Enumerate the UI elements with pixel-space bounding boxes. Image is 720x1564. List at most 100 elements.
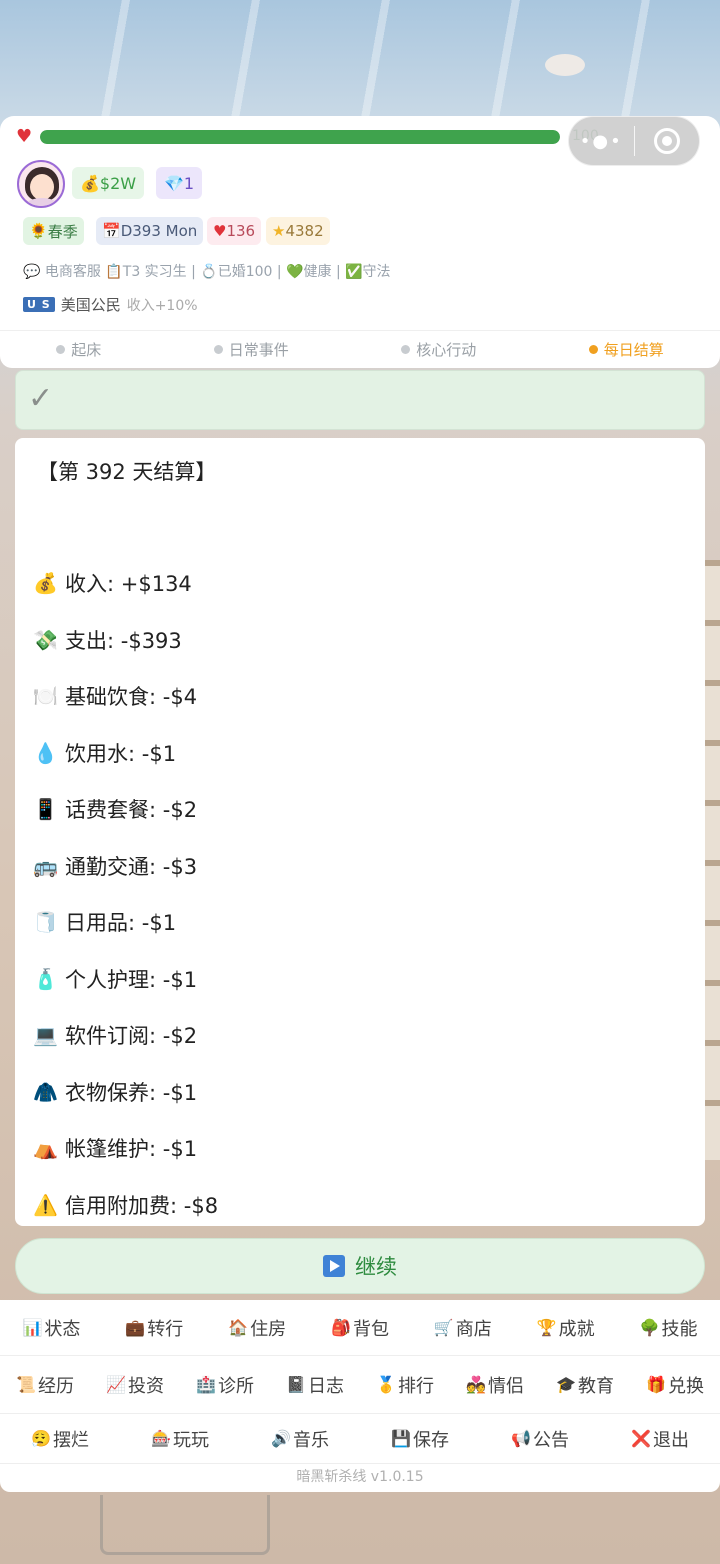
settlement-line-icon: 🧥: [33, 1079, 58, 1104]
menu-item-icon: 🎒: [330, 1318, 351, 1337]
profile-info-line: 💬 电商客服 📋T3 实习生 | 💍已婚100 | 💚健康 | ✅守法: [23, 264, 391, 280]
menu-item-row3-2[interactable]: 🔊 音乐: [271, 1426, 329, 1452]
settlement-line-icon: 💸: [33, 627, 58, 652]
menu-item-icon: 😮‍💨: [31, 1429, 51, 1448]
menu-item-icon: 💾: [391, 1429, 411, 1448]
settlement-line-text: 信用附加费: -$8: [65, 1193, 219, 1218]
money-bag-icon: 💰: [80, 173, 100, 193]
menu-item-row2-6[interactable]: 🎓 教育: [556, 1372, 614, 1398]
settlement-line: 💻 软件订阅: -$2: [33, 1020, 197, 1050]
health-badge: ♥ 136: [207, 217, 262, 245]
menu-item-row2-5[interactable]: 💑 情侣: [466, 1372, 524, 1398]
menu-item-row2-2[interactable]: 🏥 诊所: [196, 1372, 254, 1398]
menu-item-label: 兑换: [668, 1375, 704, 1397]
menu-item-row1-2[interactable]: 🏠 住房: [228, 1315, 286, 1341]
ceiling-beams: [0, 0, 720, 120]
menu-item-icon: 🏠: [228, 1318, 249, 1337]
menu-item-icon: 🏥: [196, 1375, 216, 1394]
stars-badge: ★ 4382: [266, 217, 330, 245]
menu-item-icon: 🔊: [271, 1429, 291, 1448]
menu-item-row3-5[interactable]: ❌ 退出: [631, 1426, 689, 1452]
menu-item-label: 日志: [308, 1375, 344, 1397]
menu-item-label: 状态: [44, 1318, 81, 1340]
more-options-icon[interactable]: •●•: [569, 131, 634, 152]
miniprogram-capsule: •●•: [568, 116, 700, 166]
menu-item-icon: 💑: [466, 1375, 486, 1394]
menu-item-label: 成就: [558, 1318, 595, 1340]
menu-item-row3-0[interactable]: 😮‍💨 摆烂: [31, 1426, 89, 1452]
menu-item-icon: 📈: [106, 1375, 126, 1394]
sunflower-icon: 🌻: [29, 222, 48, 240]
money-value: $2W: [99, 173, 137, 193]
menu-item-row2-1[interactable]: 📈 投资: [106, 1372, 164, 1398]
income-bonus: 收入+10%: [126, 297, 198, 314]
menu-item-row2-7[interactable]: 🎁 兑换: [646, 1372, 704, 1398]
menu-item-row1-4[interactable]: 🛒 商店: [434, 1315, 492, 1341]
menu-item-icon: 🥇: [376, 1375, 396, 1394]
heart-icon: ♥: [16, 126, 33, 147]
menu-item-row1-0[interactable]: 📊 状态: [22, 1315, 80, 1341]
health-value: 136: [226, 222, 256, 240]
settlement-line-icon: 🍽️: [33, 684, 58, 708]
bottom-menu: 📊 状态 💼 转行 🏠 住房 🎒 背包 🛒 商店 🏆 成就 🌳 技能 📜 经历 📈 投资 🏥 诊所 📓 日志 🥇 排行 💑 情侣…: [0, 1300, 720, 1492]
menu-item-row1-5[interactable]: 🏆 成就: [537, 1315, 595, 1341]
settlement-line-icon: 🚌: [33, 853, 58, 878]
menu-item-row1-6[interactable]: 🌳 技能: [639, 1315, 698, 1341]
phase-wakeup[interactable]: 起床: [56, 339, 101, 360]
phase-dot-icon: [401, 345, 411, 354]
settlement-line-text: 个人护理: -$1: [65, 967, 198, 992]
continue-button[interactable]: 继续: [15, 1238, 705, 1294]
menu-item-icon: 💼: [125, 1318, 146, 1337]
menu-item-row3-4[interactable]: 📢 公告: [511, 1426, 569, 1452]
phase-daily-events[interactable]: 日常事件: [213, 339, 289, 360]
citizenship-row: U S 美国公民 收入+10%: [23, 294, 198, 315]
gem-icon: 💎: [164, 173, 184, 193]
menu-item-row2-4[interactable]: 🥇 排行: [376, 1372, 434, 1398]
menu-item-row3-1[interactable]: 🎰 玩玩: [151, 1426, 209, 1452]
menu-item-icon: 📊: [22, 1318, 43, 1337]
menu-item-icon: 📢: [511, 1429, 531, 1448]
phase-daily-settlement[interactable]: 每日结算: [588, 339, 664, 360]
settlement-line: 🧻 日用品: -$1: [33, 907, 176, 937]
menu-item-label: 住房: [250, 1318, 287, 1340]
settlement-line: ⚠️ 信用附加费: -$8: [33, 1190, 218, 1220]
close-miniprogram-icon[interactable]: [635, 128, 700, 154]
phase-label: 核心行动: [416, 341, 477, 359]
avatar[interactable]: [17, 160, 65, 208]
phase-label: 起床: [71, 341, 102, 359]
gem-badge: 💎 1: [156, 167, 203, 199]
menu-item-row3-3[interactable]: 💾 保存: [391, 1426, 449, 1452]
menu-item-row2-0[interactable]: 📜 经历: [16, 1372, 74, 1398]
hp-bar-fill: [40, 130, 561, 144]
settlement-line-text: 衣物保养: -$1: [65, 1080, 198, 1105]
calendar-icon: 📅: [102, 222, 121, 240]
ceiling-lamp: [545, 54, 585, 76]
settlement-panel[interactable]: 【第 392 天结算】 💰 收入: +$134 💸 支出: -$393 🍽️ 基础饮食: …: [15, 438, 705, 1226]
phase-dot-icon: [213, 345, 223, 354]
menu-item-label: 技能: [661, 1318, 698, 1340]
settlement-line-text: 基础饮食: -$4: [65, 685, 198, 709]
menu-item-label: 情侣: [488, 1375, 524, 1397]
menu-item-icon: 🎰: [151, 1429, 171, 1448]
menu-row-2: 📜 经历 📈 投资 🏥 诊所 📓 日志 🥇 排行 💑 情侣 🎓 教育 🎁 兑换: [0, 1356, 720, 1414]
menu-item-row1-1[interactable]: 💼 转行: [125, 1315, 183, 1341]
phase-dot-icon: [588, 345, 598, 354]
settlement-line-icon: 💧: [33, 740, 58, 765]
settlement-line-icon: 💻: [33, 1023, 58, 1047]
menu-item-row1-3[interactable]: 🎒 背包: [331, 1315, 389, 1341]
money-badge: 💰 $2W: [72, 167, 145, 199]
menu-item-label: 退出: [653, 1429, 689, 1451]
target-ring: [653, 128, 680, 154]
phase-label: 每日结算: [603, 341, 664, 359]
settlement-line-text: 软件订阅: -$2: [65, 1024, 198, 1048]
menu-item-icon: 🏆: [536, 1318, 557, 1337]
menu-item-icon: 📓: [286, 1375, 306, 1394]
season-value: 春季: [47, 222, 78, 241]
menu-item-row2-3[interactable]: 📓 日志: [286, 1372, 344, 1398]
continue-label: 继续: [355, 1255, 397, 1279]
settlement-line-icon: 📱: [33, 797, 58, 821]
phase-core-actions[interactable]: 核心行动: [401, 339, 476, 360]
us-flag-icon: U S: [23, 297, 55, 312]
menu-item-label: 保存: [413, 1429, 449, 1451]
heart-icon: ♥: [213, 222, 227, 240]
